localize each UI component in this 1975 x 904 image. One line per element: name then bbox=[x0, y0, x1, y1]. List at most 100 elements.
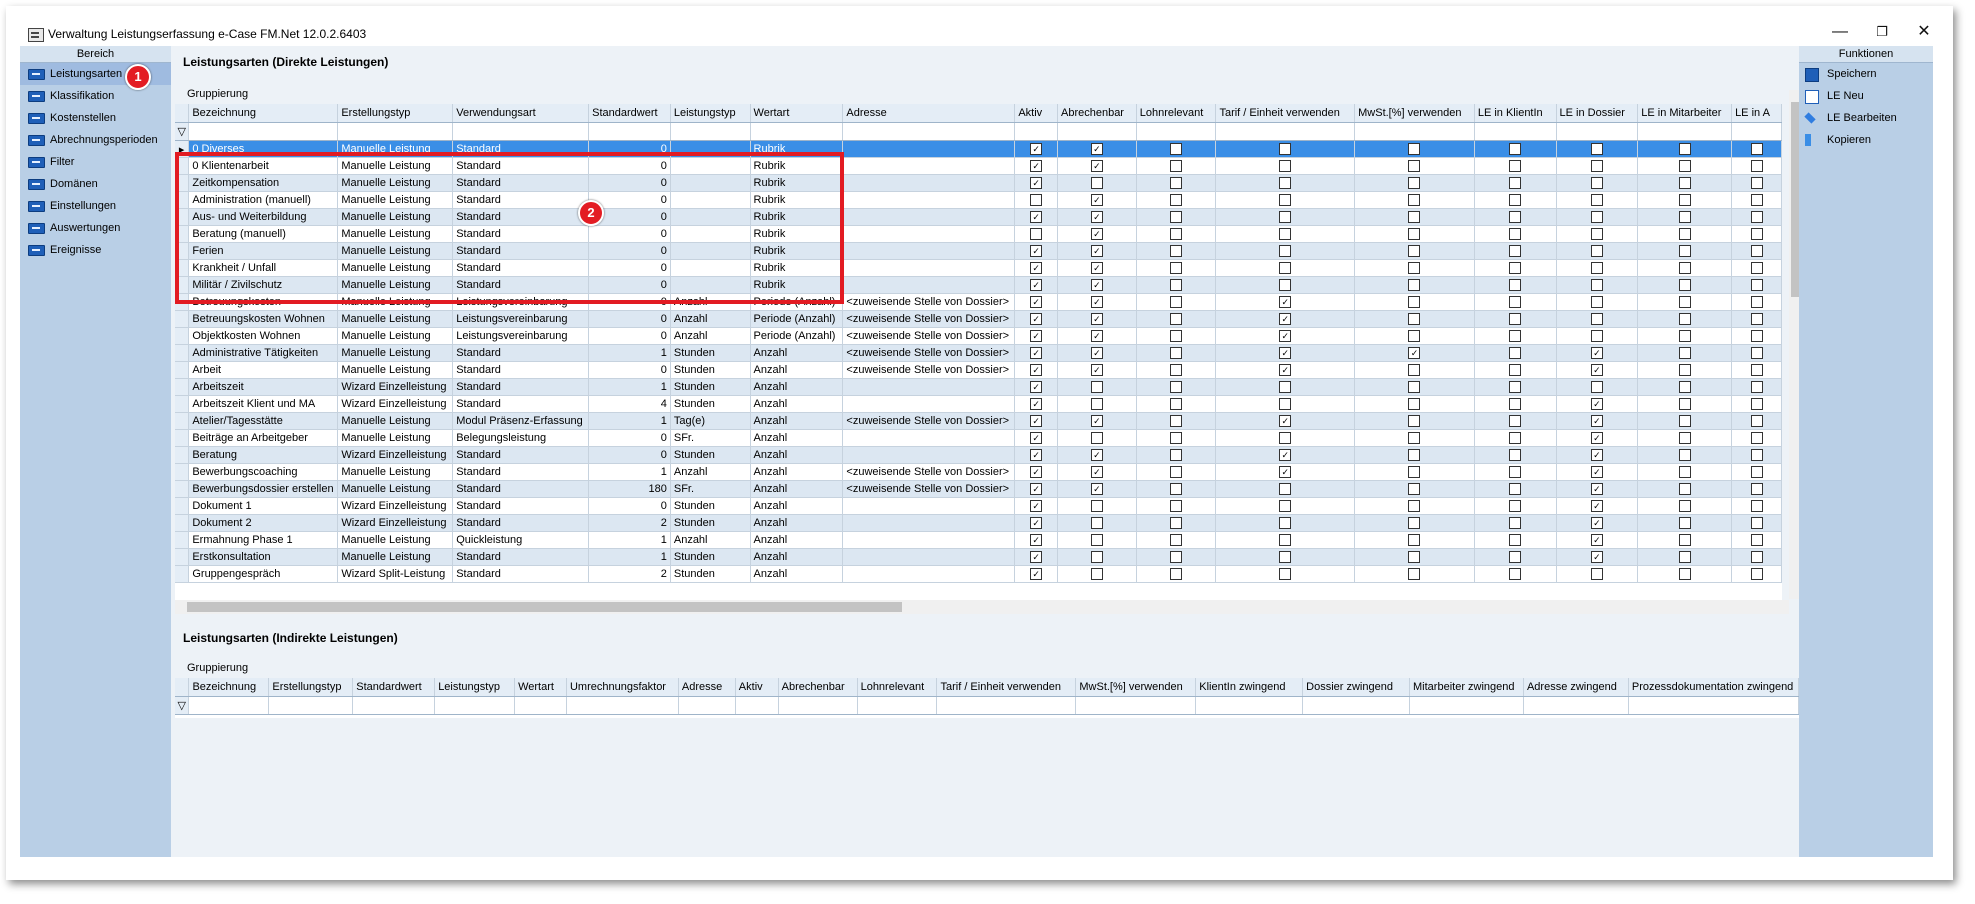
checkbox[interactable] bbox=[1509, 449, 1522, 462]
checkbox[interactable] bbox=[1279, 517, 1292, 530]
checkbox[interactable]: ✓ bbox=[1090, 347, 1103, 360]
row-selector[interactable] bbox=[175, 497, 190, 515]
checkbox[interactable] bbox=[1170, 432, 1183, 445]
checkbox[interactable]: ✓ bbox=[1279, 330, 1292, 343]
column-header[interactable]: Tarif / Einheit verwenden bbox=[1215, 104, 1356, 123]
checkbox[interactable] bbox=[1408, 483, 1421, 496]
row-selector[interactable] bbox=[175, 514, 190, 532]
checkbox[interactable] bbox=[1750, 245, 1763, 258]
checkbox[interactable] bbox=[1170, 500, 1183, 513]
checkbox[interactable] bbox=[1090, 381, 1103, 394]
checkbox[interactable]: ✓ bbox=[1590, 517, 1603, 530]
checkbox[interactable] bbox=[1279, 262, 1292, 275]
checkbox[interactable] bbox=[1590, 177, 1603, 190]
filter-cell[interactable] bbox=[1731, 122, 1782, 141]
checkbox[interactable]: ✓ bbox=[1279, 415, 1292, 428]
checkbox[interactable] bbox=[1509, 568, 1522, 581]
checkbox[interactable] bbox=[1170, 483, 1183, 496]
direct-grouping-label[interactable]: Gruppierung bbox=[187, 88, 248, 100]
checkbox[interactable] bbox=[1170, 177, 1183, 190]
speichern-button[interactable]: Speichern bbox=[1799, 63, 1933, 85]
checkbox[interactable] bbox=[1750, 398, 1763, 411]
checkbox[interactable] bbox=[1750, 160, 1763, 173]
checkbox[interactable]: ✓ bbox=[1090, 262, 1103, 275]
checkbox[interactable] bbox=[1750, 262, 1763, 275]
checkbox[interactable] bbox=[1408, 313, 1421, 326]
filter-cell[interactable] bbox=[857, 696, 938, 715]
row-selector[interactable] bbox=[175, 361, 190, 379]
table-row[interactable]: Ermahnung Phase 1 Manuelle Leistung Quickl… bbox=[175, 531, 1782, 549]
checkbox[interactable] bbox=[1408, 211, 1421, 224]
checkbox[interactable]: ✓ bbox=[1090, 160, 1103, 173]
checkbox[interactable] bbox=[1678, 466, 1691, 479]
column-header[interactable]: LE in A bbox=[1731, 104, 1782, 123]
checkbox[interactable]: ✓ bbox=[1030, 143, 1043, 156]
checkbox[interactable] bbox=[1408, 143, 1421, 156]
checkbox[interactable] bbox=[1170, 517, 1183, 530]
checkbox[interactable] bbox=[1509, 364, 1522, 377]
column-header[interactable]: Mitarbeiter zwingend bbox=[1409, 678, 1524, 697]
filter-cell[interactable] bbox=[434, 696, 516, 715]
checkbox[interactable]: ✓ bbox=[1090, 364, 1103, 377]
filter-cell[interactable] bbox=[1637, 122, 1733, 141]
checkbox[interactable] bbox=[1090, 568, 1103, 581]
checkbox[interactable]: ✓ bbox=[1408, 347, 1421, 360]
checkbox[interactable] bbox=[1170, 466, 1183, 479]
checkbox[interactable] bbox=[1170, 211, 1183, 224]
checkbox[interactable] bbox=[1170, 245, 1183, 258]
row-selector[interactable] bbox=[175, 463, 190, 481]
checkbox[interactable] bbox=[1678, 432, 1691, 445]
checkbox[interactable]: ✓ bbox=[1590, 466, 1603, 479]
checkbox[interactable] bbox=[1678, 449, 1691, 462]
checkbox[interactable]: ✓ bbox=[1030, 483, 1043, 496]
checkbox[interactable] bbox=[1279, 483, 1292, 496]
checkbox[interactable] bbox=[1170, 143, 1183, 156]
checkbox[interactable] bbox=[1590, 568, 1603, 581]
checkbox[interactable] bbox=[1030, 194, 1043, 207]
filter-cell[interactable] bbox=[735, 696, 779, 715]
checkbox[interactable] bbox=[1408, 279, 1421, 292]
checkbox[interactable] bbox=[1678, 483, 1691, 496]
checkbox[interactable]: ✓ bbox=[1279, 364, 1292, 377]
checkbox[interactable] bbox=[1678, 262, 1691, 275]
checkbox[interactable] bbox=[1678, 364, 1691, 377]
checkbox[interactable] bbox=[1750, 211, 1763, 224]
checkbox[interactable] bbox=[1509, 262, 1522, 275]
row-selector[interactable] bbox=[175, 531, 190, 549]
checkbox[interactable] bbox=[1750, 177, 1763, 190]
checkbox[interactable]: ✓ bbox=[1030, 296, 1043, 309]
checkbox[interactable] bbox=[1170, 534, 1183, 547]
checkbox[interactable] bbox=[1408, 194, 1421, 207]
checkbox[interactable]: ✓ bbox=[1590, 551, 1603, 564]
checkbox[interactable] bbox=[1170, 279, 1183, 292]
indirect-grouping-label[interactable]: Gruppierung bbox=[187, 662, 248, 674]
le-neu-button[interactable]: LE Neu bbox=[1799, 85, 1933, 107]
row-selector[interactable] bbox=[175, 565, 190, 583]
column-header[interactable]: Dossier zwingend bbox=[1302, 678, 1411, 697]
table-row[interactable]: Erstkonsultation Manuelle Leistung Standar… bbox=[175, 548, 1782, 566]
checkbox[interactable] bbox=[1509, 551, 1522, 564]
checkbox[interactable]: ✓ bbox=[1030, 534, 1043, 547]
row-selector[interactable] bbox=[175, 378, 190, 396]
column-header[interactable]: Wertart bbox=[750, 104, 844, 123]
checkbox[interactable]: ✓ bbox=[1279, 449, 1292, 462]
filter-cell[interactable] bbox=[337, 122, 454, 141]
checkbox[interactable] bbox=[1750, 534, 1763, 547]
checkbox[interactable]: ✓ bbox=[1279, 347, 1292, 360]
restore-button[interactable]: ❐ bbox=[1862, 20, 1902, 44]
column-header[interactable]: Wertart bbox=[514, 678, 567, 697]
checkbox[interactable] bbox=[1750, 228, 1763, 241]
table-row[interactable]: Arbeitszeit Wizard Einzelleistung Standard… bbox=[175, 378, 1782, 396]
checkbox[interactable]: ✓ bbox=[1030, 466, 1043, 479]
column-header[interactable]: Bezeichnung bbox=[188, 678, 270, 697]
column-header[interactable]: Adresse bbox=[678, 678, 736, 697]
checkbox[interactable] bbox=[1170, 364, 1183, 377]
row-selector[interactable] bbox=[175, 327, 190, 345]
checkbox[interactable] bbox=[1408, 534, 1421, 547]
table-row[interactable]: Bewerbungscoaching Manuelle Leistung Stand… bbox=[175, 463, 1782, 481]
checkbox[interactable] bbox=[1279, 398, 1292, 411]
filter-cell[interactable] bbox=[670, 122, 751, 141]
checkbox[interactable] bbox=[1750, 551, 1763, 564]
le-bearbeiten-button[interactable]: LE Bearbeiten bbox=[1799, 107, 1933, 129]
table-row[interactable]: Arbeitszeit Klient und MA Wizard Einzelle… bbox=[175, 395, 1782, 413]
